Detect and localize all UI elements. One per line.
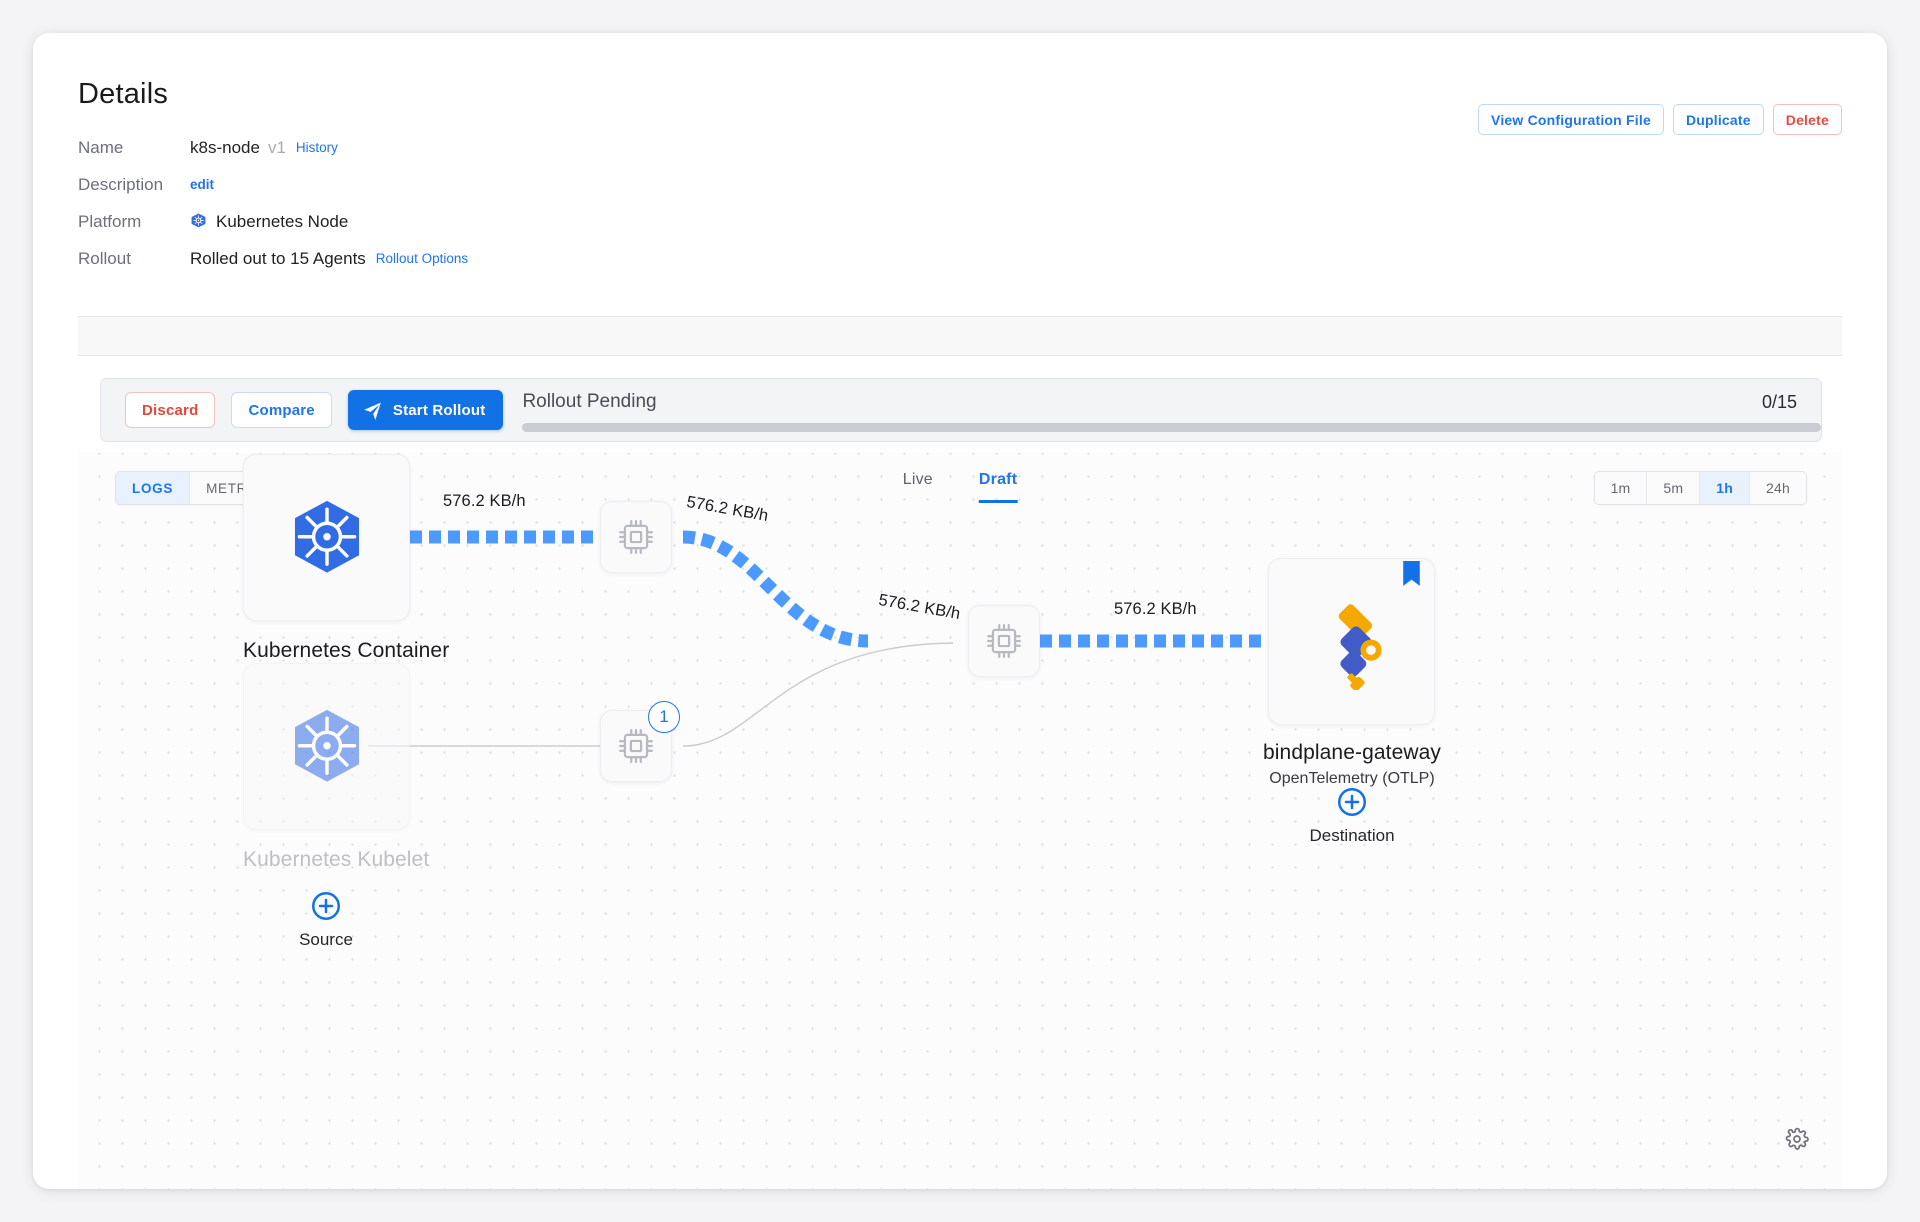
range-1m[interactable]: 1m: [1594, 472, 1648, 504]
delete-button[interactable]: Delete: [1772, 104, 1842, 135]
rollout-status-text: Rollout Pending: [522, 391, 657, 412]
rollout-count-text: 0/15: [1761, 392, 1797, 412]
tab-logs[interactable]: LOGS: [116, 472, 191, 504]
processor-node-top[interactable]: [600, 501, 672, 573]
rollout-progress-bar: [522, 423, 1821, 432]
edit-description-link[interactable]: edit: [190, 177, 214, 192]
meta-value-description: edit: [190, 177, 214, 192]
source-node-kubernetes-kubelet[interactable]: [243, 663, 410, 830]
meta-row-description: Description edit: [78, 166, 468, 203]
edge-label-3: 576.2 KB/h: [877, 590, 962, 624]
destination-node-bindplane-gateway[interactable]: [1268, 558, 1435, 725]
platform-text: Kubernetes Node: [216, 211, 349, 231]
details-header: Details Name k8s-node v1 History Descrip…: [78, 78, 468, 277]
duplicate-button[interactable]: Duplicate: [1672, 104, 1764, 135]
destination-label-type: OpenTelemetry (OTLP): [1269, 770, 1435, 787]
edge-label-4: 576.2 KB/h: [1114, 600, 1197, 618]
rollout-options-link[interactable]: Rollout Options: [376, 251, 468, 266]
tab-live[interactable]: Live: [903, 471, 933, 500]
edge-proc-top-to-merge: [682, 530, 869, 648]
meta-label-name: Name: [78, 137, 124, 157]
processor-node-merge[interactable]: [968, 605, 1040, 677]
source-node-kubernetes-container[interactable]: [243, 454, 410, 621]
rollout-action-bar: Discard Compare Start Rollout Rollout Pe…: [100, 378, 1822, 442]
config-details-page: Details Name k8s-node v1 History Descrip…: [33, 33, 1887, 1189]
range-24h[interactable]: 24h: [1750, 472, 1806, 504]
kubernetes-icon: [294, 500, 359, 573]
view-configuration-file-button[interactable]: View Configuration File: [1478, 104, 1664, 135]
view-mode-tabs: Live Draft: [903, 471, 1018, 503]
processor-chip-icon: [987, 624, 1021, 658]
gear-icon[interactable]: [1785, 1127, 1809, 1151]
config-name-text: k8s-node: [190, 137, 260, 157]
meta-value-rollout: Rolled out to 15 Agents Rollout Options: [190, 249, 468, 269]
rollout-progress-area: Rollout Pending 0/15: [522, 379, 1821, 441]
time-range-tabs: 1m 5m 1h 24h: [1593, 471, 1807, 505]
details-meta-list: Name k8s-node v1 History Description edi…: [78, 129, 468, 277]
processor-chip-icon: [619, 729, 653, 763]
meta-label-rollout: Rollout: [78, 248, 131, 268]
pipeline-canvas[interactable]: LOGS METRICS TRACES Live Draft 1m 5m 1h …: [78, 453, 1842, 1189]
processor-chip-icon: [619, 520, 653, 554]
kubernetes-icon: [191, 213, 206, 228]
meta-label-platform: Platform: [78, 211, 142, 231]
range-5m[interactable]: 5m: [1647, 472, 1701, 504]
add-source-label: Source: [299, 930, 353, 949]
range-1h[interactable]: 1h: [1700, 472, 1751, 504]
history-link[interactable]: History: [296, 140, 338, 155]
edge-label-2: 576.2 KB/h: [685, 492, 770, 526]
edge-label-1: 576.2 KB/h: [443, 492, 526, 510]
edge-proc-bottom-to-merge: [682, 642, 954, 747]
rollout-summary-text: Rolled out to 15 Agents: [190, 248, 366, 268]
send-icon: [364, 402, 381, 420]
meta-row-name: Name k8s-node v1 History: [78, 129, 468, 166]
source-label-kubernetes-kubelet: Kubernetes Kubelet: [243, 848, 430, 871]
bookmark-icon: [1403, 561, 1420, 586]
destination-label-name: bindplane-gateway: [1263, 741, 1441, 764]
start-rollout-button[interactable]: Start Rollout: [347, 390, 504, 430]
add-destination-label: Destination: [1309, 826, 1395, 845]
tab-draft[interactable]: Draft: [978, 471, 1018, 503]
config-version-text: v1: [267, 137, 286, 157]
page-title: Details: [78, 78, 169, 110]
meta-label-description: Description: [78, 174, 164, 194]
kubernetes-icon: [294, 709, 359, 782]
source-label-kubernetes-container: Kubernetes Container: [243, 639, 450, 662]
meta-row-platform: Platform Kubernetes Node: [78, 203, 468, 240]
meta-value-name: k8s-node v1 History: [190, 138, 338, 158]
section-divider-strip: [78, 316, 1842, 356]
add-source-button[interactable]: [311, 891, 341, 921]
meta-value-platform: Kubernetes Node: [190, 212, 348, 232]
opentelemetry-icon: [1338, 603, 1382, 690]
processor-count-badge[interactable]: 1: [648, 701, 680, 733]
start-rollout-label: Start Rollout: [392, 401, 486, 419]
top-action-buttons: View Configuration File Duplicate Delete: [1478, 104, 1842, 135]
compare-button[interactable]: Compare: [231, 392, 332, 428]
discard-button[interactable]: Discard: [125, 392, 216, 428]
add-destination-button[interactable]: [1337, 787, 1367, 817]
meta-row-rollout: Rollout Rolled out to 15 Agents Rollout …: [78, 240, 468, 277]
